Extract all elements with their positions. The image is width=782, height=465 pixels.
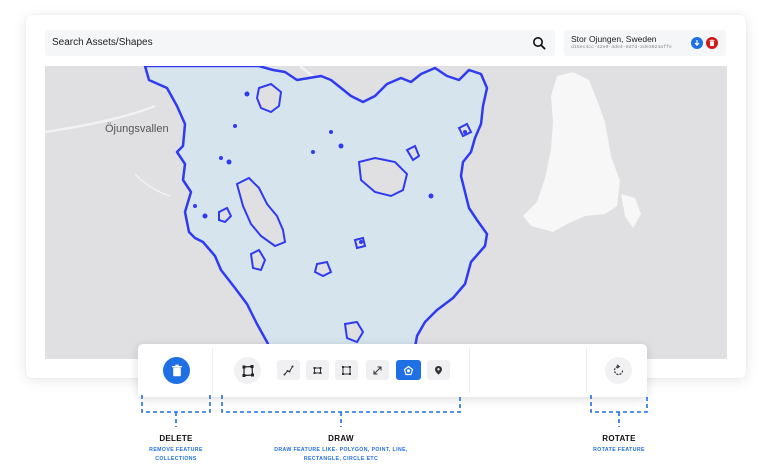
- lake-speck: [311, 150, 315, 154]
- lake-island: [313, 260, 333, 278]
- lake-speck: [338, 143, 344, 149]
- delete-callout-subtitle: REMOVE FEATURE COLLECTIONS: [126, 446, 226, 464]
- stage: Search Assets/Shapes Stor Ojungen, Swede…: [0, 0, 782, 465]
- download-button[interactable]: [691, 37, 703, 49]
- draw-callout-subtitle-line: DRAW FEATURE LIKE- POLYGON, POINT, LINE,: [274, 447, 408, 453]
- line-icon: [283, 365, 294, 375]
- download-icon: [694, 40, 700, 47]
- polygon-select-icon: [242, 364, 254, 377]
- rotate-callout-title: ROTATE: [602, 434, 636, 443]
- trash-icon: [709, 39, 715, 46]
- draw-callout-bracket: [221, 395, 461, 427]
- lake-speck: [202, 213, 208, 219]
- draw-point-button[interactable]: [427, 360, 450, 380]
- toolbar-divider: [586, 348, 587, 393]
- draw-callout-subtitle: DRAW FEATURE LIKE- POLYGON, POINT, LINE,…: [251, 446, 431, 464]
- search-bar[interactable]: Search Assets/Shapes: [45, 30, 555, 56]
- delete-callout-subtitle-line: REMOVE FEATURE: [149, 447, 203, 453]
- asset-name: Stor Ojungen, Sweden: [571, 34, 657, 44]
- polygon-icon: [403, 365, 414, 375]
- resize-button[interactable]: [366, 360, 389, 380]
- map-place-label: Öjungsvallen: [105, 123, 169, 135]
- delete-asset-button[interactable]: [706, 37, 718, 49]
- draw-callout-subtitle-line: RECTANGLE, CIRCLE ETC: [303, 456, 379, 462]
- lake-speck: [244, 91, 250, 97]
- lake-speck: [219, 156, 223, 160]
- draw-rectangle-button[interactable]: [306, 360, 329, 380]
- feature-toolbar: [138, 344, 647, 397]
- trash-icon: [171, 364, 182, 377]
- lake-speck: [226, 159, 232, 165]
- search-icon[interactable]: [532, 36, 546, 50]
- lake-speck: [463, 130, 467, 134]
- rotate-callout-subtitle-line: ROTATE FEATURE: [593, 447, 645, 453]
- point-icon: [435, 365, 442, 375]
- draw-callout-title: DRAW: [328, 434, 354, 443]
- lake-speck: [359, 240, 363, 244]
- delete-callout-bracket: [141, 395, 211, 427]
- toolbar-divider: [212, 348, 213, 393]
- square-icon: [342, 365, 351, 375]
- map-view[interactable]: Öjungsvallen: [45, 66, 727, 359]
- asset-id: d15ec4cc-42e0-4de4-8d7d-2de3924affe: [571, 45, 672, 50]
- draw-square-button[interactable]: [335, 360, 358, 380]
- rotate-callout-subtitle: ROTATE FEATURE: [569, 446, 669, 455]
- delete-feature-button[interactable]: [163, 357, 190, 384]
- search-input[interactable]: Search Assets/Shapes: [52, 37, 153, 48]
- lake-island: [255, 82, 283, 114]
- rotate-icon: [613, 364, 624, 376]
- lake-speck: [193, 204, 197, 208]
- polygon-select-button[interactable]: [234, 357, 261, 384]
- lake-speck: [233, 124, 237, 128]
- draw-polygon-button[interactable]: [396, 360, 421, 380]
- draw-line-button[interactable]: [277, 360, 300, 380]
- delete-callout-subtitle-line: COLLECTIONS: [155, 456, 197, 462]
- lake-speck: [428, 193, 434, 199]
- resize-icon: [373, 366, 382, 374]
- lake-speck: [329, 130, 333, 134]
- map-canvas: [45, 66, 727, 359]
- rotate-callout-bracket: [590, 395, 648, 427]
- selected-asset-card[interactable]: Stor Ojungen, Sweden d15ec4cc-42e0-4de4-…: [564, 30, 726, 56]
- delete-callout-title: DELETE: [159, 434, 193, 443]
- rotate-button[interactable]: [605, 357, 632, 384]
- toolbar-divider: [469, 348, 470, 393]
- rectangle-icon: [313, 366, 322, 374]
